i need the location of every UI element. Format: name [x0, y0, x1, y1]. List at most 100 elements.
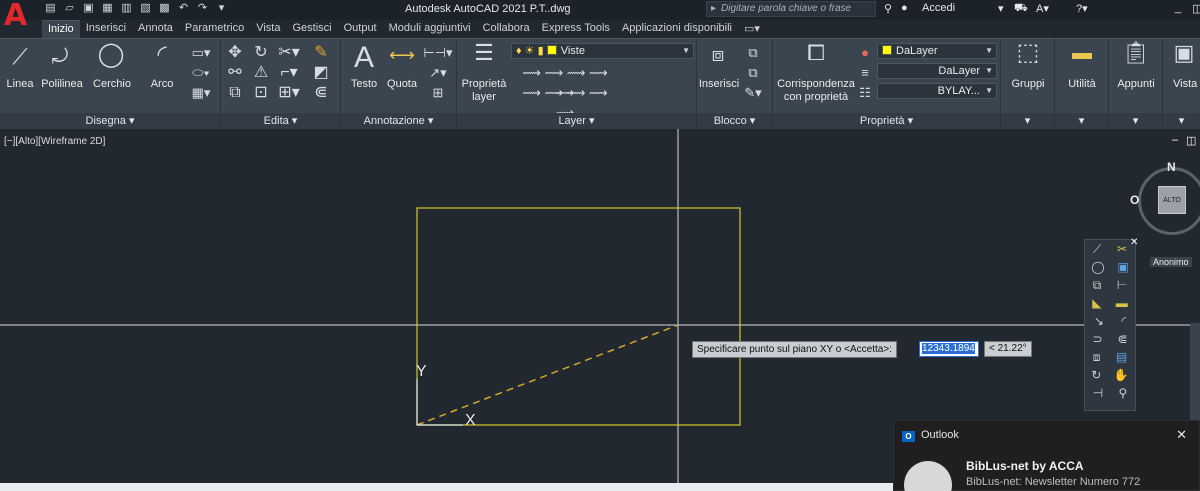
corrispondenza-button[interactable]: Corrispondenza con proprietà	[775, 78, 857, 104]
help-icon[interactable]: ?▾	[1076, 2, 1088, 15]
align-icon[interactable]: ⊣	[1093, 384, 1103, 402]
inserisci-button[interactable]: Inserisci	[697, 78, 741, 91]
erase-icon[interactable]: ✎	[311, 43, 331, 63]
line-icon[interactable]: ⟋	[4, 46, 36, 68]
dimension-icon[interactable]: ⊢	[1117, 276, 1127, 294]
create-block-icon[interactable]: ⧉	[741, 43, 765, 63]
tab-express-tools[interactable]: Express Tools	[536, 20, 616, 38]
table-icon[interactable]: ⊞	[423, 83, 453, 103]
outlook-notification[interactable]: O Outlook ✕ BibLus-net by ACCA BibLus-ne…	[893, 420, 1200, 491]
save-as-icon[interactable]: ▦	[101, 2, 114, 15]
rectangle-geometry[interactable]	[416, 207, 741, 426]
panel-title-edita[interactable]: Edita ▾	[221, 113, 340, 129]
floating-toolbar-close-icon[interactable]: ✕	[1130, 237, 1138, 248]
ribbon-display-toggle-icon[interactable]: ▭▾	[738, 20, 766, 38]
angle-input[interactable]: < 21.22°	[984, 341, 1032, 357]
utilita-button[interactable]: Utilità	[1055, 78, 1109, 91]
leader-icon[interactable]: ↗▾	[423, 63, 453, 83]
color-dropdown[interactable]: DaLayer ▼	[877, 43, 997, 59]
offset-icon[interactable]: ⋐	[1117, 330, 1127, 348]
save-icon[interactable]: ▣	[82, 2, 95, 15]
stretch-icon[interactable]: ⧉	[225, 83, 245, 103]
line-icon[interactable]: ⟋	[1093, 240, 1101, 258]
ellipse-icon[interactable]: ⬭▾	[186, 63, 216, 83]
autocad-logo-icon[interactable]: A	[4, 0, 34, 36]
dimension-icon[interactable]: ⟷	[387, 45, 417, 65]
tab-parametrico[interactable]: Parametrico	[179, 20, 250, 38]
customize-qat-icon[interactable]: ▾	[215, 2, 228, 15]
stretch-icon[interactable]: ⧈	[1093, 348, 1101, 366]
mirror-icon[interactable]: ⚠	[251, 63, 271, 83]
move-icon[interactable]: ✥	[225, 43, 245, 63]
panel-title-blocco[interactable]: Blocco ▾	[697, 113, 772, 129]
linetype-dropdown[interactable]: BYLAY... ▼	[877, 83, 997, 99]
rotate-icon[interactable]: ↻	[1091, 366, 1101, 384]
view-icon[interactable]: ▣	[1169, 42, 1199, 64]
properties-icon[interactable]: ⚲	[1119, 384, 1128, 402]
panel-title-vista[interactable]: ▾	[1163, 113, 1200, 129]
panel-title-layer[interactable]: Layer ▾	[457, 113, 696, 129]
rectangle-icon[interactable]: ▭▾	[186, 43, 216, 63]
measure-icon[interactable]: ▬	[1065, 43, 1099, 63]
distance-input[interactable]: 12343.1894	[919, 341, 979, 357]
scale-icon[interactable]: ⊡	[251, 83, 271, 103]
trim-icon[interactable]: ✂▾	[277, 43, 301, 63]
pan-hand-icon[interactable]: ✋	[1114, 366, 1129, 384]
measure-icon[interactable]: ▬	[1116, 294, 1128, 312]
offset-icon[interactable]: ⋐	[311, 83, 331, 103]
group-icon[interactable]: ⬚	[1011, 41, 1045, 65]
panel-title-disegna[interactable]: Disegna ▾	[0, 113, 220, 129]
hatch-icon[interactable]: ◣	[1092, 294, 1101, 312]
panel-title-utilita[interactable]: ▾	[1055, 113, 1108, 129]
join-icon[interactable]: ⊃	[1092, 330, 1102, 348]
tab-applicazioni-disponibili[interactable]: Applicazioni disponibili	[616, 20, 738, 38]
circle-icon[interactable]: ◯	[94, 43, 128, 67]
layer-dropdown[interactable]: ♦ ☀ ▮ Viste ▼	[511, 43, 694, 59]
viewcube-west-label[interactable]: O	[1130, 193, 1139, 207]
signin-dropdown-icon[interactable]: ▾	[998, 2, 1004, 15]
tab-gestisci[interactable]: Gestisci	[286, 20, 337, 38]
arc-icon[interactable]: ◜	[1122, 312, 1127, 330]
lineweight-dropdown[interactable]: DaLayer ▼	[877, 63, 997, 79]
explode-icon[interactable]: ◩	[311, 63, 331, 83]
rotate-icon[interactable]: ↻	[251, 43, 271, 63]
panel-title-appunti[interactable]: ▾	[1109, 113, 1162, 129]
layer-icon[interactable]: ▤	[1116, 348, 1127, 366]
block-attributes-icon[interactable]: ✎▾	[741, 83, 765, 103]
tab-output[interactable]: Output	[338, 20, 383, 38]
user-icon[interactable]: ●	[901, 2, 908, 14]
testo-button[interactable]: Testo	[347, 78, 381, 91]
appunti-button[interactable]: Appunti	[1109, 78, 1163, 91]
redo-icon[interactable]: ↷	[196, 2, 209, 15]
fillet-icon[interactable]: ⌐▾	[277, 63, 301, 83]
ucs-menu-label[interactable]: Anonimo	[1150, 257, 1192, 267]
panel-title-proprieta[interactable]: Proprietà ▾	[773, 113, 1000, 129]
proprieta-layer-button[interactable]: Proprietà layer	[457, 78, 511, 104]
image-icon[interactable]: ▣	[1117, 258, 1128, 276]
tab-inserisci[interactable]: Inserisci	[80, 20, 132, 38]
arc-icon[interactable]: ◜	[145, 43, 179, 67]
viewcube-north-label[interactable]: N	[1167, 160, 1176, 174]
print-icon[interactable]: ▩	[158, 2, 171, 15]
copy-icon[interactable]: ⚯	[225, 63, 245, 83]
search-expand-icon[interactable]: ▸	[711, 3, 716, 14]
edit-block-icon[interactable]: ⧉	[741, 63, 765, 83]
viewcube[interactable]: ALTO	[1158, 186, 1186, 214]
linea-button[interactable]: Linea	[2, 78, 38, 91]
search-input[interactable]: ▸ Digitare parola chiave o frase	[706, 1, 876, 17]
quota-button[interactable]: Quota	[385, 78, 419, 91]
tab-inizio[interactable]: Inizio	[42, 20, 80, 38]
open-file-icon[interactable]: ▱	[63, 2, 76, 15]
search-icon[interactable]: ⚲	[884, 2, 892, 15]
panel-title-annotazione[interactable]: Annotazione ▾	[341, 113, 456, 129]
match-properties-icon[interactable]: ⧠	[801, 42, 831, 64]
linear-dim-icon[interactable]: ⊢⊣▾	[423, 43, 453, 63]
polyline-icon[interactable]: ⤾	[42, 47, 78, 67]
close-icon[interactable]: ✕	[1176, 427, 1187, 443]
tab-moduli-aggiuntivi[interactable]: Moduli aggiuntivi	[383, 20, 477, 38]
copy-icon[interactable]: ⧉	[1093, 276, 1102, 294]
a360-icon[interactable]: A▾	[1036, 2, 1049, 15]
polilinea-button[interactable]: Polilinea	[38, 78, 86, 91]
vista-button[interactable]: Vista	[1173, 78, 1200, 91]
clipboard-icon[interactable]: 📋︎	[1119, 42, 1153, 64]
